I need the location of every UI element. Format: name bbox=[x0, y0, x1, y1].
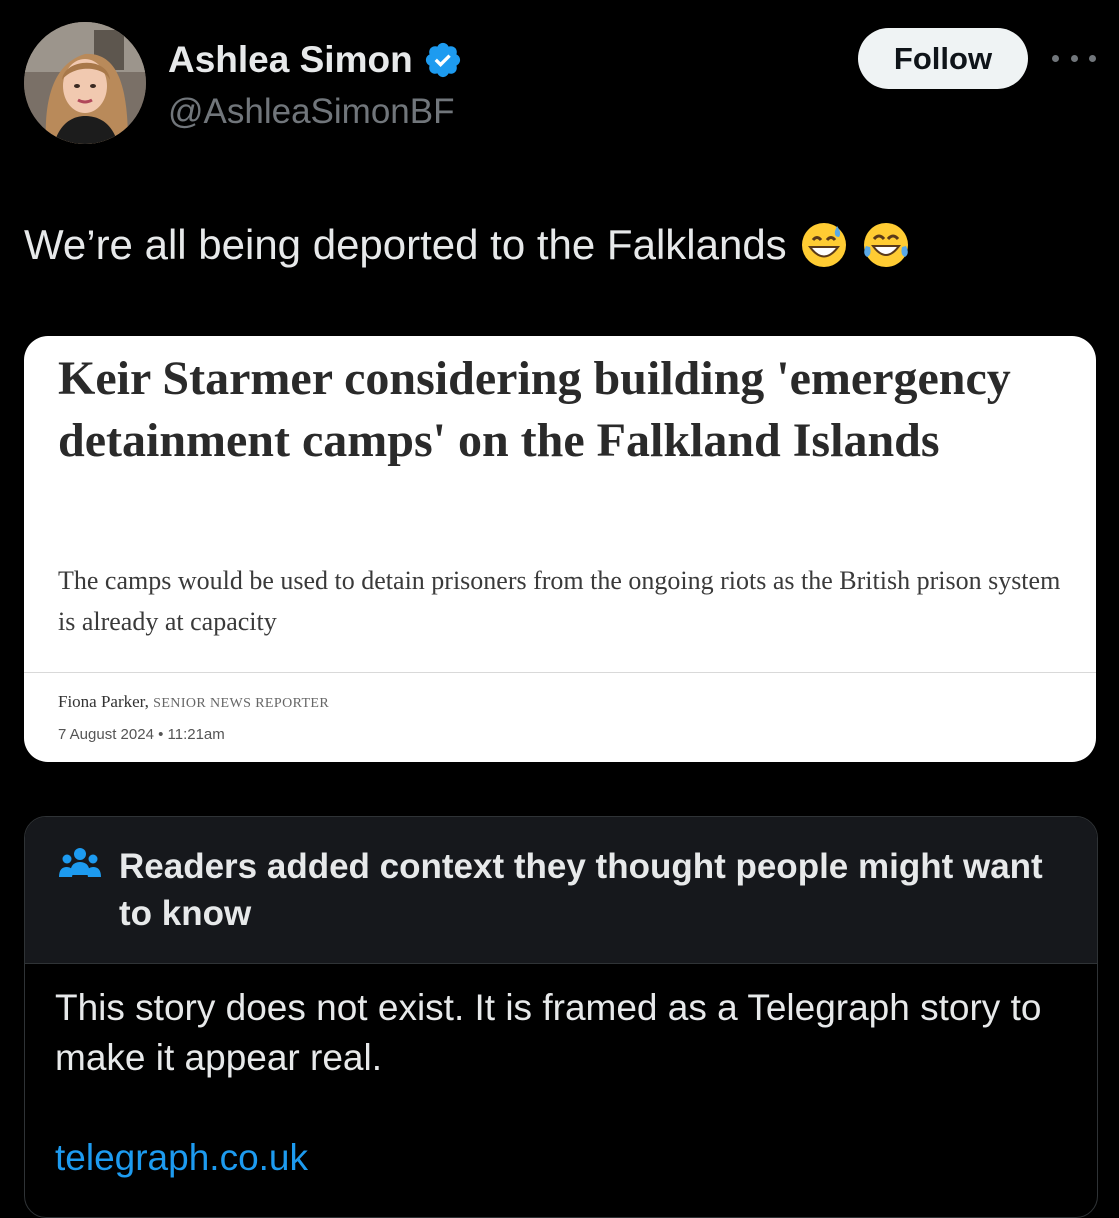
community-note-link[interactable]: telegraph.co.uk bbox=[55, 1133, 308, 1183]
more-dot bbox=[1070, 54, 1078, 62]
more-options-icon[interactable] bbox=[1052, 46, 1096, 70]
byline-name: Fiona Parker, bbox=[58, 692, 149, 711]
article-byline: Fiona Parker, SENIOR NEWS REPORTER bbox=[58, 692, 329, 712]
display-name[interactable]: Ashlea Simon bbox=[168, 38, 413, 82]
more-dot bbox=[1089, 54, 1096, 62]
embedded-article-image[interactable]: Keir Starmer considering building 'emerg… bbox=[24, 336, 1096, 762]
grinning-sweat-emoji-icon bbox=[801, 223, 846, 267]
people-icon bbox=[59, 848, 101, 877]
byline-role: SENIOR NEWS REPORTER bbox=[153, 696, 330, 711]
follow-button[interactable]: Follow bbox=[858, 28, 1028, 89]
tweet: Ashlea Simon @AshleaSimonBF Follow We’re… bbox=[0, 0, 1119, 1218]
verified-badge-icon bbox=[425, 42, 460, 78]
more-dot bbox=[1052, 54, 1059, 62]
community-note-body: This story does not exist. It is framed … bbox=[55, 987, 1042, 1078]
article-subheadline: The camps would be used to detain prison… bbox=[58, 566, 1061, 636]
article-headline: Keir Starmer considering building 'emerg… bbox=[58, 352, 1011, 467]
article-divider bbox=[24, 672, 1096, 673]
author-name-row[interactable]: Ashlea Simon bbox=[168, 38, 463, 82]
tweet-text: We’re all being deported to the Falkland… bbox=[24, 221, 787, 268]
author-handle[interactable]: @AshleaSimonBF bbox=[168, 90, 454, 134]
community-note-header: Readers added context they thought peopl… bbox=[25, 817, 1097, 964]
avatar[interactable] bbox=[24, 22, 146, 144]
community-note-title: Readers added context they thought peopl… bbox=[119, 847, 1043, 933]
avatar-image bbox=[24, 22, 146, 144]
tears-of-joy-emoji-icon bbox=[863, 223, 908, 267]
community-note: Readers added context they thought peopl… bbox=[24, 816, 1098, 1218]
article-date: 7 August 2024 • 11:21am bbox=[58, 726, 225, 743]
tweet-text-row: We’re all being deported to the Falkland… bbox=[24, 218, 911, 272]
